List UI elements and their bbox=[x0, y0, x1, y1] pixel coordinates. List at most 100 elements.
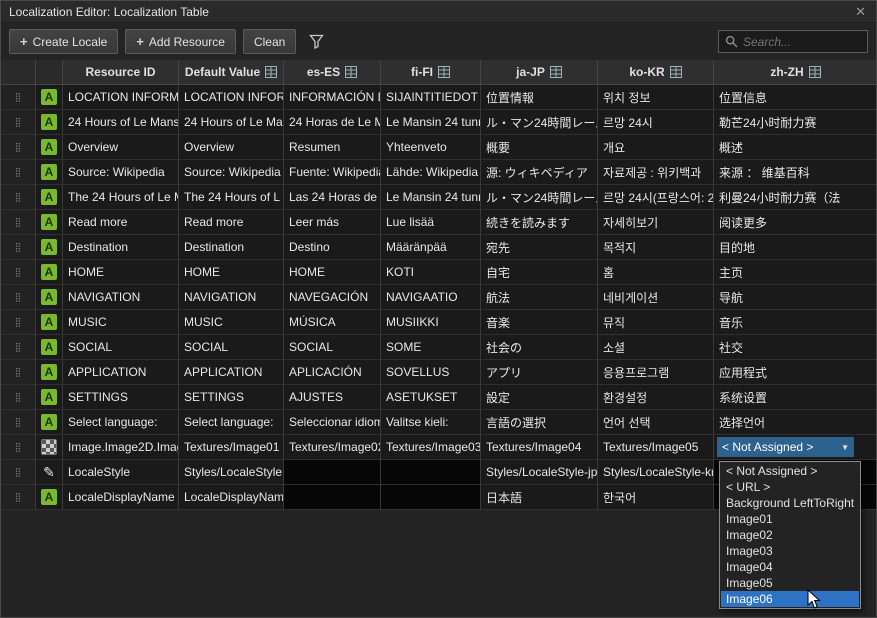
table-cell[interactable]: ル・マン24時間レース bbox=[481, 110, 598, 135]
table-cell[interactable]: The 24 Hours of Le M bbox=[63, 185, 179, 210]
table-cell[interactable]: Styles/LocaleStyle bbox=[179, 460, 284, 485]
table-cell[interactable] bbox=[284, 460, 381, 485]
table-cell[interactable]: 言語の選択 bbox=[481, 410, 598, 435]
table-cell[interactable]: SETTINGS bbox=[179, 385, 284, 410]
table-cell[interactable]: NAVIGATION bbox=[179, 285, 284, 310]
table-cell[interactable] bbox=[284, 485, 381, 510]
table-cell[interactable]: Styles/LocaleStyle-kr bbox=[598, 460, 714, 485]
row-drag-handle[interactable]: ⣿ bbox=[1, 235, 36, 260]
row-drag-handle[interactable]: ⣿ bbox=[1, 285, 36, 310]
table-cell[interactable]: NAVIGAATIO bbox=[381, 285, 481, 310]
table-cell[interactable]: Le Mansin 24 tunn bbox=[381, 110, 481, 135]
table-cell[interactable]: 목적지 bbox=[598, 235, 714, 260]
table-cell[interactable]: SIJAINTITIEDOT bbox=[381, 85, 481, 110]
table-cell[interactable] bbox=[381, 460, 481, 485]
column-header-resource-id[interactable]: Resource ID bbox=[63, 60, 179, 85]
create-locale-button[interactable]: + Create Locale bbox=[9, 29, 118, 54]
row-drag-handle[interactable]: ⣿ bbox=[1, 360, 36, 385]
dropdown-menu-item[interactable]: < Not Assigned > bbox=[721, 463, 859, 479]
table-cell[interactable]: 設定 bbox=[481, 385, 598, 410]
table-cell[interactable]: SOCIAL bbox=[179, 335, 284, 360]
row-drag-handle[interactable]: ⣿ bbox=[1, 435, 36, 460]
table-cell[interactable]: Leer más bbox=[284, 210, 381, 235]
table-cell[interactable]: Textures/Image03 bbox=[381, 435, 481, 460]
table-cell[interactable]: Fuente: Wikipedia bbox=[284, 160, 381, 185]
row-drag-handle[interactable]: ⣿ bbox=[1, 210, 36, 235]
table-cell[interactable]: 日本語 bbox=[481, 485, 598, 510]
table-cell[interactable]: 音楽 bbox=[481, 310, 598, 335]
dropdown-menu-item[interactable]: Image03 bbox=[721, 543, 859, 559]
table-cell[interactable]: Le Mansin 24 tunn bbox=[381, 185, 481, 210]
table-cell[interactable]: 개요 bbox=[598, 135, 714, 160]
table-cell[interactable]: 选择언어 bbox=[714, 410, 877, 435]
table-cell[interactable]: 位置情報 bbox=[481, 85, 598, 110]
table-cell[interactable]: 24 Horas de Le M bbox=[284, 110, 381, 135]
table-cell[interactable]: Select language: bbox=[63, 410, 179, 435]
table-cell[interactable]: Textures/Image01 bbox=[179, 435, 284, 460]
table-cell[interactable]: 源: ウィキペディア bbox=[481, 160, 598, 185]
table-cell[interactable]: 社交 bbox=[714, 335, 877, 360]
table-cell[interactable]: 자세히보기 bbox=[598, 210, 714, 235]
table-cell[interactable]: 系统设置 bbox=[714, 385, 877, 410]
table-cell[interactable]: 阅读更多 bbox=[714, 210, 877, 235]
table-cell[interactable]: SOVELLUS bbox=[381, 360, 481, 385]
add-resource-button[interactable]: + Add Resource bbox=[125, 29, 236, 54]
table-cell[interactable]: Lähde: Wikipedia bbox=[381, 160, 481, 185]
table-cell[interactable]: LOCATION INFORMAT bbox=[63, 85, 179, 110]
row-drag-handle[interactable]: ⣿ bbox=[1, 185, 36, 210]
table-cell[interactable]: SOCIAL bbox=[63, 335, 179, 360]
row-drag-handle[interactable]: ⣿ bbox=[1, 485, 36, 510]
column-header-ja-jp[interactable]: ja-JP bbox=[481, 60, 598, 85]
table-cell[interactable]: LocaleStyle bbox=[63, 460, 179, 485]
table-cell[interactable]: 音乐 bbox=[714, 310, 877, 335]
table-cell[interactable]: SETTINGS bbox=[63, 385, 179, 410]
table-cell[interactable]: Destino bbox=[284, 235, 381, 260]
table-cell[interactable]: ル・マン24時間レース（ bbox=[481, 185, 598, 210]
row-drag-handle[interactable]: ⣿ bbox=[1, 260, 36, 285]
table-cell[interactable]: LOCATION INFOR bbox=[179, 85, 284, 110]
row-drag-handle[interactable]: ⣿ bbox=[1, 160, 36, 185]
table-cell[interactable]: Textures/Image02 bbox=[284, 435, 381, 460]
table-cell[interactable]: Valitse kieli: bbox=[381, 410, 481, 435]
table-cell[interactable]: SOME bbox=[381, 335, 481, 360]
table-cell[interactable]: Source: Wikipedia bbox=[179, 160, 284, 185]
table-cell[interactable]: Lue lisää bbox=[381, 210, 481, 235]
table-cell[interactable]: Read more bbox=[179, 210, 284, 235]
table-cell[interactable]: Textures/Image04 bbox=[481, 435, 598, 460]
table-cell[interactable]: Overview bbox=[63, 135, 179, 160]
dropdown-menu-item[interactable]: Image05 bbox=[721, 575, 859, 591]
table-cell[interactable]: APPLICATION bbox=[179, 360, 284, 385]
dropdown-menu-item[interactable]: Image02 bbox=[721, 527, 859, 543]
table-cell[interactable]: 위치 정보 bbox=[598, 85, 714, 110]
table-cell[interactable]: NAVEGACIÓN bbox=[284, 285, 381, 310]
table-cell[interactable] bbox=[381, 485, 481, 510]
table-cell[interactable]: 社会の bbox=[481, 335, 598, 360]
dropdown-menu-item[interactable]: Background LeftToRight bbox=[721, 495, 859, 511]
row-drag-handle[interactable]: ⣿ bbox=[1, 385, 36, 410]
table-cell[interactable]: 続きを読みます bbox=[481, 210, 598, 235]
table-cell[interactable]: HOME bbox=[284, 260, 381, 285]
search-input[interactable] bbox=[743, 35, 861, 49]
table-cell[interactable]: Select language: bbox=[179, 410, 284, 435]
row-drag-handle[interactable]: ⣿ bbox=[1, 410, 36, 435]
table-cell[interactable]: 응용프로그램 bbox=[598, 360, 714, 385]
table-cell[interactable]: MÚSICA bbox=[284, 310, 381, 335]
table-cell[interactable]: 환경설정 bbox=[598, 385, 714, 410]
table-cell[interactable]: LocaleDisplayNam bbox=[179, 485, 284, 510]
dropdown-menu-item[interactable]: Image01 bbox=[721, 511, 859, 527]
row-drag-handle[interactable]: ⣿ bbox=[1, 135, 36, 160]
table-cell[interactable]: 来源 ： 维基百科 bbox=[714, 160, 877, 185]
table-cell[interactable]: AJUSTES bbox=[284, 385, 381, 410]
table-cell[interactable]: NAVIGATION bbox=[63, 285, 179, 310]
table-cell[interactable]: Resumen bbox=[284, 135, 381, 160]
table-cell[interactable]: INFORMACIÓN D bbox=[284, 85, 381, 110]
dropdown-menu-item[interactable]: Image06 bbox=[721, 591, 859, 607]
table-cell[interactable]: 导航 bbox=[714, 285, 877, 310]
table-cell[interactable]: MUSIIKKI bbox=[381, 310, 481, 335]
table-cell[interactable]: Yhteenveto bbox=[381, 135, 481, 160]
table-cell[interactable]: 宛先 bbox=[481, 235, 598, 260]
table-cell[interactable]: Seleccionar idiom bbox=[284, 410, 381, 435]
row-drag-handle[interactable]: ⣿ bbox=[1, 110, 36, 135]
row-drag-handle[interactable]: ⣿ bbox=[1, 310, 36, 335]
clean-button[interactable]: Clean bbox=[243, 29, 296, 54]
